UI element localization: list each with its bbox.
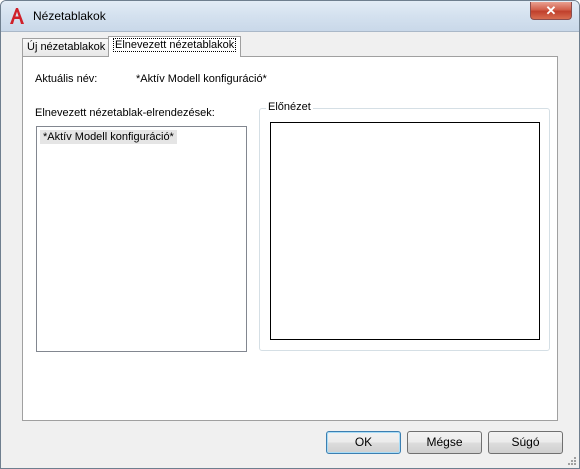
window-title: Nézetablakok (33, 9, 106, 23)
named-layouts-label: Elnevezett nézetablak-elrendezések: (35, 107, 215, 119)
tab-label: Új nézetablakok (27, 41, 106, 53)
title-bar[interactable]: Nézetablakok ✕ (1, 1, 579, 32)
dialog-window: Nézetablakok ✕ Új nézetablakok Elnevezet… (0, 0, 580, 469)
list-item[interactable]: *Aktív Modell konfiguráció* (40, 130, 177, 144)
preview-group: Előnézet (259, 101, 550, 351)
current-name-label: Aktuális név: (35, 73, 98, 85)
preview-label: Előnézet (266, 101, 313, 113)
cancel-button[interactable]: Mégse (407, 431, 482, 454)
tab-panel: Aktuális név: *Aktív Modell konfiguráció… (22, 56, 558, 421)
tab-label: Elnevezett nézetablakok (113, 38, 237, 52)
tab-named-viewports[interactable]: Elnevezett nézetablakok (108, 36, 242, 57)
close-button[interactable]: ✕ (530, 2, 572, 20)
current-name-value: *Aktív Modell konfiguráció* (136, 73, 267, 85)
tab-new-viewports[interactable]: Új nézetablakok (22, 38, 111, 56)
autocad-a-icon (10, 8, 24, 24)
resize-grip-icon[interactable] (567, 456, 577, 466)
named-layouts-list[interactable]: *Aktív Modell konfiguráció* (36, 126, 247, 352)
ok-button[interactable]: OK (326, 431, 401, 454)
close-icon: ✕ (545, 3, 557, 18)
preview-area (270, 122, 540, 340)
help-button[interactable]: Súgó (488, 431, 563, 454)
